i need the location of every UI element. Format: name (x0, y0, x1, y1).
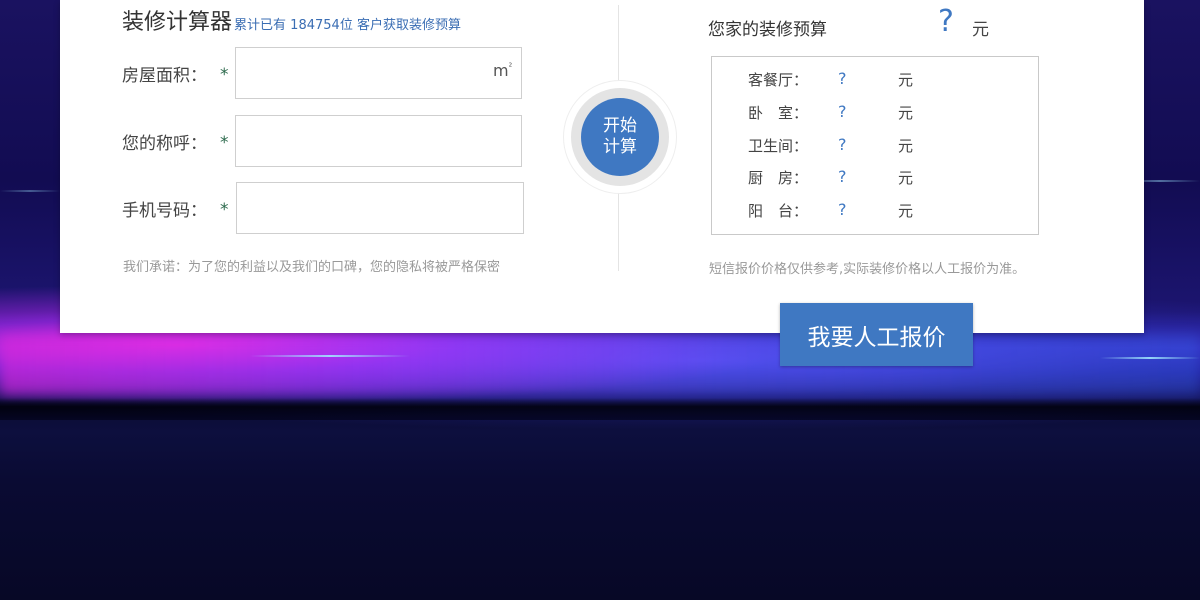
price-note: 短信报价价格仅供参考,实际装修价格以人工报价为准。 (709, 262, 1026, 277)
room-label: 厨 房： (748, 169, 809, 187)
room-label: 客餐厅： (748, 71, 809, 89)
background-dark-line (0, 398, 1200, 420)
name-label: 您的称呼： (122, 134, 207, 154)
area-label: 房屋面积： (122, 66, 207, 86)
room-value: ? (838, 69, 847, 88)
light-streak (1100, 357, 1200, 359)
calculate-button-ring-inner: 开始 计算 (571, 88, 669, 186)
subtitle-suffix: 位 客户获取装修预算 (339, 18, 461, 33)
budget-title: 您家的装修预算 (708, 20, 827, 40)
area-row: 房屋面积： * m² (122, 47, 542, 99)
room-unit: 元 (898, 104, 914, 122)
phone-label: 手机号码： (122, 201, 207, 221)
calculate-button-line2: 计算 (603, 137, 637, 157)
room-row-balcony: 阳 台： ? 元 (712, 200, 1038, 222)
customer-count: 184754 (290, 18, 340, 33)
calculator-header: 装修计算器 累计已有 184754位 客户获取装修预算 (122, 4, 461, 36)
calculator-title: 装修计算器 (122, 10, 233, 35)
light-streak (0, 190, 60, 192)
room-label: 卫生间： (748, 137, 809, 155)
name-input[interactable] (235, 115, 522, 167)
room-value: ? (838, 167, 847, 186)
room-unit: 元 (898, 137, 914, 155)
budget-total: ? (938, 4, 954, 39)
calculate-button-ring: 开始 计算 (563, 80, 677, 194)
calculate-button-line1: 开始 (603, 116, 637, 136)
area-unit: m² (493, 61, 512, 80)
area-input[interactable] (235, 47, 522, 99)
room-label: 卧 室： (748, 104, 809, 122)
area-unit-base: m (493, 61, 509, 80)
required-mark: * (220, 133, 229, 153)
budget-unit: 元 (972, 20, 989, 40)
room-value: ? (838, 135, 847, 154)
room-value: ? (838, 200, 847, 219)
room-row-living-dining: 客餐厅： ? 元 (712, 69, 1038, 91)
phone-row: 手机号码： * (122, 182, 542, 234)
room-row-bathroom: 卫生间： ? 元 (712, 135, 1038, 157)
room-value: ? (838, 102, 847, 121)
subtitle-prefix: 累计已有 (234, 18, 287, 33)
room-breakdown: 客餐厅： ? 元 卧 室： ? 元 卫生间： ? 元 厨 房： ? 元 阳 台：… (711, 56, 1039, 235)
required-mark: * (220, 200, 229, 220)
area-unit-sup: ² (508, 62, 513, 73)
room-label: 阳 台： (748, 202, 809, 220)
name-row: 您的称呼： * (122, 115, 542, 167)
room-unit: 元 (898, 202, 914, 220)
room-row-bedroom: 卧 室： ? 元 (712, 102, 1038, 124)
privacy-promise: 我们承诺：为了您的利益以及我们的口碑，您的隐私将被严格保密 (123, 260, 501, 275)
customer-count-text: 累计已有 184754位 客户获取装修预算 (234, 18, 461, 33)
manual-quote-button[interactable]: 我要人工报价 (780, 303, 973, 366)
required-mark: * (220, 65, 229, 85)
calculator-panel: 装修计算器 累计已有 184754位 客户获取装修预算 房屋面积： * m² 您的… (60, 0, 1144, 333)
background-glow (0, 335, 1200, 395)
calculate-button[interactable]: 开始 计算 (581, 98, 659, 176)
light-streak (250, 355, 410, 357)
room-row-kitchen: 厨 房： ? 元 (712, 167, 1038, 189)
room-unit: 元 (898, 169, 914, 187)
room-unit: 元 (898, 71, 914, 89)
phone-input[interactable] (236, 182, 524, 234)
